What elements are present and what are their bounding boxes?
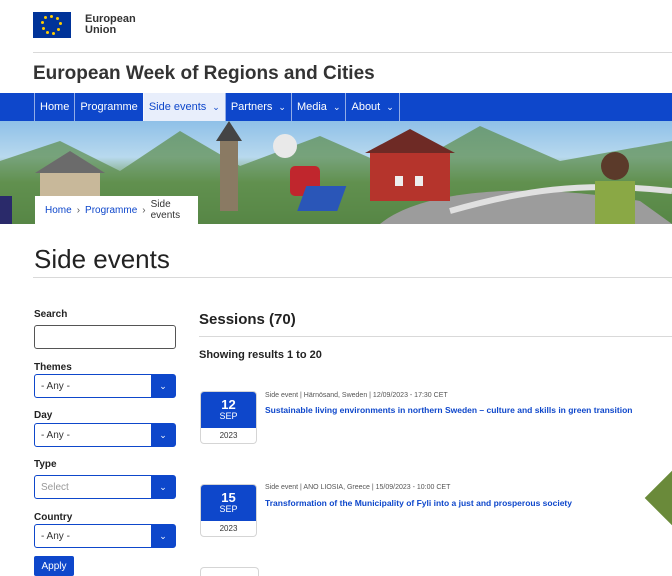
event-day: 15 bbox=[221, 490, 236, 505]
decorative-diamond bbox=[644, 469, 672, 527]
event-title-link[interactable]: Sustainable living environments in north… bbox=[265, 405, 632, 415]
event-date-card: 15 SEP 2023 bbox=[200, 484, 257, 537]
breadcrumb-separator-icon: › bbox=[76, 204, 81, 216]
themes-select-value: - Any - bbox=[41, 380, 70, 392]
breadcrumb-link-programme[interactable]: Programme bbox=[85, 205, 137, 216]
chevron-down-icon: ⌄ bbox=[332, 101, 341, 112]
themes-select[interactable]: - Any - ⌄ bbox=[34, 374, 176, 398]
chevron-down-icon: ⌄ bbox=[386, 101, 394, 112]
nav-item-label: Media bbox=[296, 101, 327, 113]
event-month: SEP bbox=[219, 504, 238, 514]
event-day: 12 bbox=[221, 397, 236, 412]
day-select-value: - Any - bbox=[41, 429, 70, 441]
nav-item-label: Side events bbox=[148, 101, 207, 113]
nav-item-home[interactable]: Home bbox=[34, 93, 74, 121]
type-label: Type bbox=[34, 459, 57, 470]
event-year: 2023 bbox=[219, 431, 238, 440]
nav-end-divider bbox=[398, 93, 400, 121]
search-input[interactable] bbox=[34, 325, 176, 349]
event-date-top: 15 SEP bbox=[201, 485, 256, 521]
breadcrumb-link-home[interactable]: Home bbox=[45, 205, 72, 216]
apply-button[interactable]: Apply bbox=[34, 556, 74, 576]
nav-item-label: About bbox=[351, 101, 381, 113]
sessions-divider bbox=[199, 336, 672, 337]
breadcrumb-separator-icon: › bbox=[142, 204, 146, 216]
eu-logo-text: European Union bbox=[85, 14, 136, 36]
eu-flag-icon bbox=[33, 12, 71, 38]
nav-item-programme[interactable]: Programme bbox=[74, 93, 142, 121]
main-nav: Home Programme Side events ⌄ Partners ⌄ Me… bbox=[0, 93, 672, 121]
country-select[interactable]: - Any - ⌄ bbox=[34, 524, 176, 548]
page-title: Side events bbox=[34, 244, 170, 274]
site-title[interactable]: European Week of Regions and Cities bbox=[33, 63, 375, 85]
event-date-card: 12 SEP 2023 bbox=[200, 391, 257, 444]
chevron-down-icon: ⌄ bbox=[151, 476, 175, 498]
country-label: Country bbox=[34, 512, 73, 523]
title-divider bbox=[33, 277, 672, 278]
chevron-down-icon: ⌄ bbox=[151, 375, 175, 397]
nav-item-label: Partners bbox=[230, 101, 273, 113]
eu-logo[interactable]: European Union bbox=[33, 12, 136, 38]
nav-item-partners[interactable]: Partners ⌄ bbox=[224, 93, 291, 121]
nav-item-label: Programme bbox=[80, 101, 138, 113]
search-label: Search bbox=[34, 309, 68, 320]
chevron-down-icon: ⌄ bbox=[151, 525, 175, 547]
event-year: 2023 bbox=[219, 524, 238, 533]
type-select-placeholder: Select bbox=[41, 481, 69, 493]
nav-item-side-events[interactable]: Side events ⌄ bbox=[142, 93, 225, 121]
nav-item-label: Home bbox=[40, 101, 70, 113]
results-count: Showing results 1 to 20 bbox=[199, 349, 322, 361]
day-label: Day bbox=[34, 410, 53, 421]
type-select[interactable]: Select ⌄ bbox=[34, 475, 176, 499]
breadcrumb-current: Side events bbox=[150, 199, 181, 221]
chevron-down-icon: ⌄ bbox=[151, 424, 175, 446]
event-month: SEP bbox=[219, 411, 238, 421]
breadcrumb: Home › Programme › Side events bbox=[35, 196, 198, 224]
event-title-link[interactable]: Transformation of the Municipality of Fy… bbox=[265, 498, 572, 508]
themes-label: Themes bbox=[34, 362, 72, 373]
chevron-down-icon: ⌄ bbox=[212, 101, 220, 112]
event-meta: Side event | ANO LIOSIA, Greece | 15/09/… bbox=[265, 484, 451, 491]
country-select-value: - Any - bbox=[41, 530, 70, 542]
nav-item-about[interactable]: About ⌄ bbox=[345, 93, 398, 121]
nav-item-media[interactable]: Media ⌄ bbox=[290, 93, 346, 121]
chevron-down-icon: ⌄ bbox=[278, 101, 286, 112]
header-divider bbox=[33, 52, 672, 53]
sessions-heading: Sessions (70) bbox=[199, 311, 296, 328]
eu-logo-line2: Union bbox=[85, 24, 117, 36]
event-date-top: 12 SEP bbox=[201, 392, 256, 428]
day-select[interactable]: - Any - ⌄ bbox=[34, 423, 176, 447]
event-meta: Side event | Härnösand, Sweden | 12/09/2… bbox=[265, 392, 448, 399]
